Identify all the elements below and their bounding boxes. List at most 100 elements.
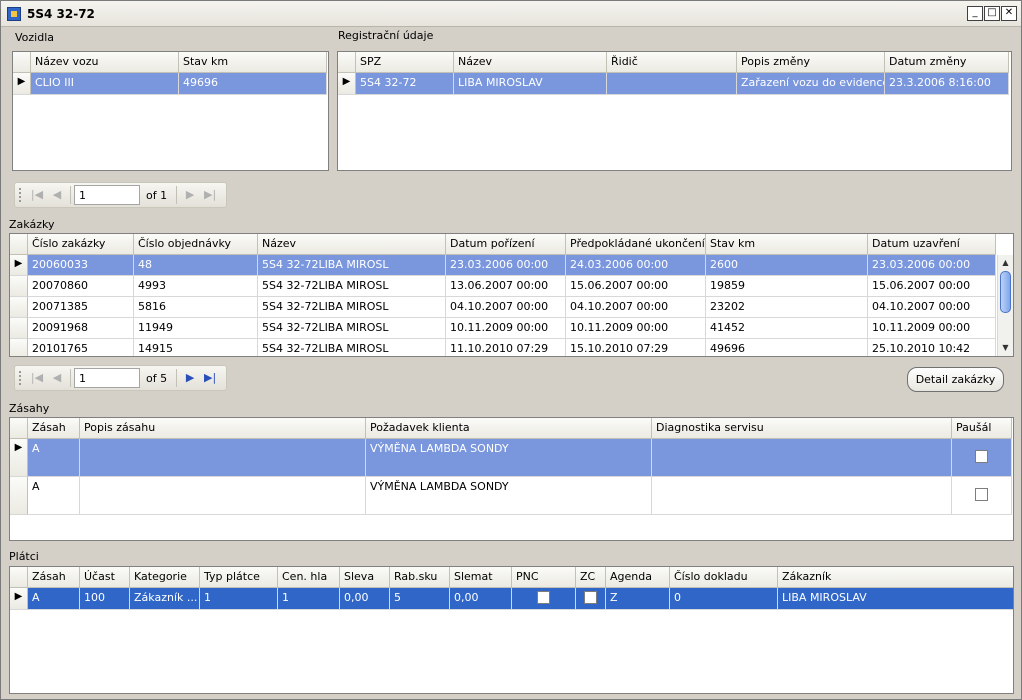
table-cell[interactable]: 24.03.2006 00:00 (566, 255, 706, 276)
table-cell[interactable]: 5S4 32-72LIBA MIROSL (258, 255, 446, 276)
row-pointer-icon[interactable] (10, 339, 28, 356)
column-header[interactable]: Popis zásahu (80, 418, 366, 438)
table-cell[interactable]: 41452 (706, 318, 868, 339)
table-cell[interactable]: 15.06.2007 00:00 (566, 276, 706, 297)
table-cell[interactable]: 5S4 32-72LIBA MIROSL (258, 318, 446, 339)
column-header[interactable]: Cen. hla (278, 567, 340, 587)
table-row[interactable]: 20071385 5816 5S4 32-72LIBA MIROSL 04.10.20… (10, 297, 996, 318)
table-row[interactable]: ▶ 20060033 48 5S4 32-72LIBA MIROSL 23.03.200… (10, 255, 996, 276)
navigator-grip[interactable] (19, 188, 27, 202)
table-cell[interactable]: 5S4 32-72LIBA MIROSL (258, 339, 446, 356)
table-cell[interactable]: 1 (200, 588, 278, 610)
column-header[interactable]: Požadavek klienta (366, 418, 652, 438)
row-pointer-icon[interactable]: ▶ (10, 255, 28, 276)
registracni-grid[interactable]: SPZ Název Řidič Popis změny Datum změny ▶ 5S4 … (337, 51, 1012, 171)
column-header[interactable]: Diagnostika servisu (652, 418, 952, 438)
column-header[interactable]: Slemat (450, 567, 512, 587)
column-header[interactable]: Číslo zakázky (28, 234, 134, 254)
table-cell[interactable]: 23202 (706, 297, 868, 318)
column-header[interactable]: Řidič (607, 52, 737, 72)
table-cell[interactable]: 10.11.2009 00:00 (446, 318, 566, 339)
table-cell[interactable]: 11.10.2010 07:29 (446, 339, 566, 356)
column-header[interactable]: Rab.sku (390, 567, 450, 587)
table-cell[interactable]: LIBA MIROSLAV (454, 73, 607, 95)
table-cell[interactable]: 100 (80, 588, 130, 610)
table-cell[interactable]: 5816 (134, 297, 258, 318)
table-cell[interactable]: 5S4 32-72LIBA MIROSL (258, 297, 446, 318)
table-cell[interactable] (652, 477, 952, 515)
table-cell[interactable]: VÝMĚNA LAMBDA SONDY (366, 439, 652, 477)
table-cell[interactable]: 20071385 (28, 297, 134, 318)
column-header[interactable]: Číslo dokladu (670, 567, 778, 587)
scroll-down-icon[interactable]: ▼ (998, 341, 1013, 355)
column-header[interactable]: PNC (512, 567, 576, 587)
table-cell[interactable]: 20101765 (28, 339, 134, 356)
vozidla-grid[interactable]: Název vozu Stav km ▶ CLIO III 49696 (12, 51, 329, 171)
table-cell[interactable]: 4993 (134, 276, 258, 297)
table-cell[interactable]: 23.3.2006 8:16:00 (885, 73, 1009, 95)
prev-page-icon[interactable]: ◀ (47, 368, 67, 388)
checkbox[interactable] (584, 591, 597, 604)
column-header[interactable]: Stav km (179, 52, 327, 72)
table-cell[interactable]: Zákazník ... (130, 588, 200, 610)
table-cell[interactable]: 0 (670, 588, 778, 610)
checkbox-cell[interactable] (952, 477, 1012, 515)
checkbox[interactable] (537, 591, 550, 604)
table-cell[interactable]: 20060033 (28, 255, 134, 276)
table-cell[interactable]: LIBA MIROSLAV (778, 588, 1013, 610)
column-header[interactable]: Agenda (606, 567, 670, 587)
table-cell[interactable]: 49696 (179, 73, 327, 95)
table-cell[interactable]: 15.06.2007 00:00 (868, 276, 996, 297)
table-cell[interactable]: 19859 (706, 276, 868, 297)
table-row[interactable]: 20070860 4993 5S4 32-72LIBA MIROSL 13.06.20… (10, 276, 996, 297)
row-pointer-icon[interactable] (10, 318, 28, 339)
table-row[interactable]: ▶ CLIO III 49696 (13, 73, 327, 95)
table-cell[interactable]: 04.10.2007 00:00 (566, 297, 706, 318)
table-cell[interactable] (652, 439, 952, 477)
table-row[interactable]: ▶ 5S4 32-72 LIBA MIROSLAV Zařazení vozu do … (338, 73, 1009, 95)
table-cell[interactable]: 11949 (134, 318, 258, 339)
next-page-icon[interactable]: ▶ (180, 185, 200, 205)
checkbox-cell[interactable] (576, 588, 606, 610)
row-pointer-icon[interactable]: ▶ (10, 439, 28, 477)
table-cell[interactable]: 20070860 (28, 276, 134, 297)
row-pointer-icon[interactable] (10, 477, 28, 515)
row-pointer-icon[interactable]: ▶ (338, 73, 356, 95)
table-cell[interactable]: 04.10.2007 00:00 (446, 297, 566, 318)
checkbox-cell[interactable] (952, 439, 1012, 477)
table-cell[interactable]: A (28, 439, 80, 477)
row-pointer-icon[interactable]: ▶ (10, 588, 28, 610)
column-header[interactable]: Datum pořízení (446, 234, 566, 254)
table-cell[interactable]: CLIO III (31, 73, 179, 95)
table-row[interactable]: A VÝMĚNA LAMBDA SONDY (10, 477, 1012, 515)
table-row[interactable]: ▶ A VÝMĚNA LAMBDA SONDY (10, 439, 1012, 477)
column-header[interactable]: SPZ (356, 52, 454, 72)
navigator-grip[interactable] (19, 371, 27, 385)
table-cell[interactable]: Z (606, 588, 670, 610)
column-header[interactable]: Popis změny (737, 52, 885, 72)
column-header[interactable]: Datum změny (885, 52, 1009, 72)
row-pointer-icon[interactable] (10, 276, 28, 297)
first-page-icon[interactable]: |◀ (27, 368, 47, 388)
table-row[interactable]: 20091968 11949 5S4 32-72LIBA MIROSL 10.11.2… (10, 318, 996, 339)
table-cell[interactable]: 10.11.2009 00:00 (566, 318, 706, 339)
column-header[interactable]: Předpokládané ukončení (566, 234, 706, 254)
table-cell[interactable]: 48 (134, 255, 258, 276)
table-cell[interactable]: A (28, 588, 80, 610)
table-cell[interactable]: 25.10.2010 10:42 (868, 339, 996, 356)
column-header[interactable]: Zákazník (778, 567, 1013, 587)
page-input[interactable] (74, 368, 140, 388)
table-cell[interactable]: 5S4 32-72LIBA MIROSL (258, 276, 446, 297)
checkbox[interactable] (975, 488, 988, 501)
maximize-button[interactable]: □ (984, 6, 1000, 21)
last-page-icon[interactable]: ▶| (200, 185, 220, 205)
table-cell[interactable]: 13.06.2007 00:00 (446, 276, 566, 297)
column-header[interactable]: Účast (80, 567, 130, 587)
prev-page-icon[interactable]: ◀ (47, 185, 67, 205)
page-input[interactable] (74, 185, 140, 205)
table-cell[interactable]: 1 (278, 588, 340, 610)
checkbox-cell[interactable] (512, 588, 576, 610)
row-pointer-icon[interactable]: ▶ (13, 73, 31, 95)
table-cell[interactable]: 5 (390, 588, 450, 610)
table-cell[interactable]: 0,00 (340, 588, 390, 610)
